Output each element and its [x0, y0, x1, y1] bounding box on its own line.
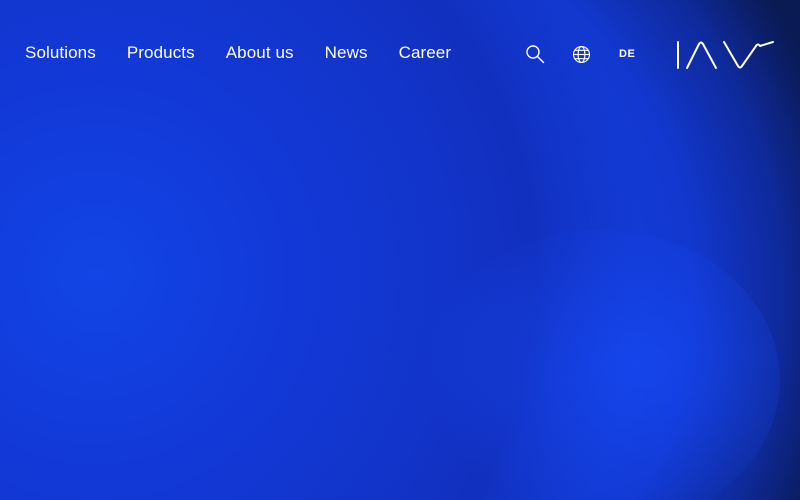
nav-item-products[interactable]: Products: [127, 43, 195, 63]
nav-item-solutions[interactable]: Solutions: [25, 43, 96, 63]
language-switch-de[interactable]: DE: [619, 48, 635, 60]
iav-logo[interactable]: [676, 40, 776, 70]
globe-icon[interactable]: [570, 43, 592, 65]
site-header: Solutions Products About us News Career …: [0, 0, 800, 110]
nav-item-news[interactable]: News: [325, 43, 368, 63]
main-navigation: Solutions Products About us News Career: [25, 43, 451, 63]
nav-item-about-us[interactable]: About us: [226, 43, 294, 63]
nav-item-career[interactable]: Career: [399, 43, 452, 63]
search-icon[interactable]: [524, 43, 546, 65]
header-tools: DE: [524, 43, 635, 65]
